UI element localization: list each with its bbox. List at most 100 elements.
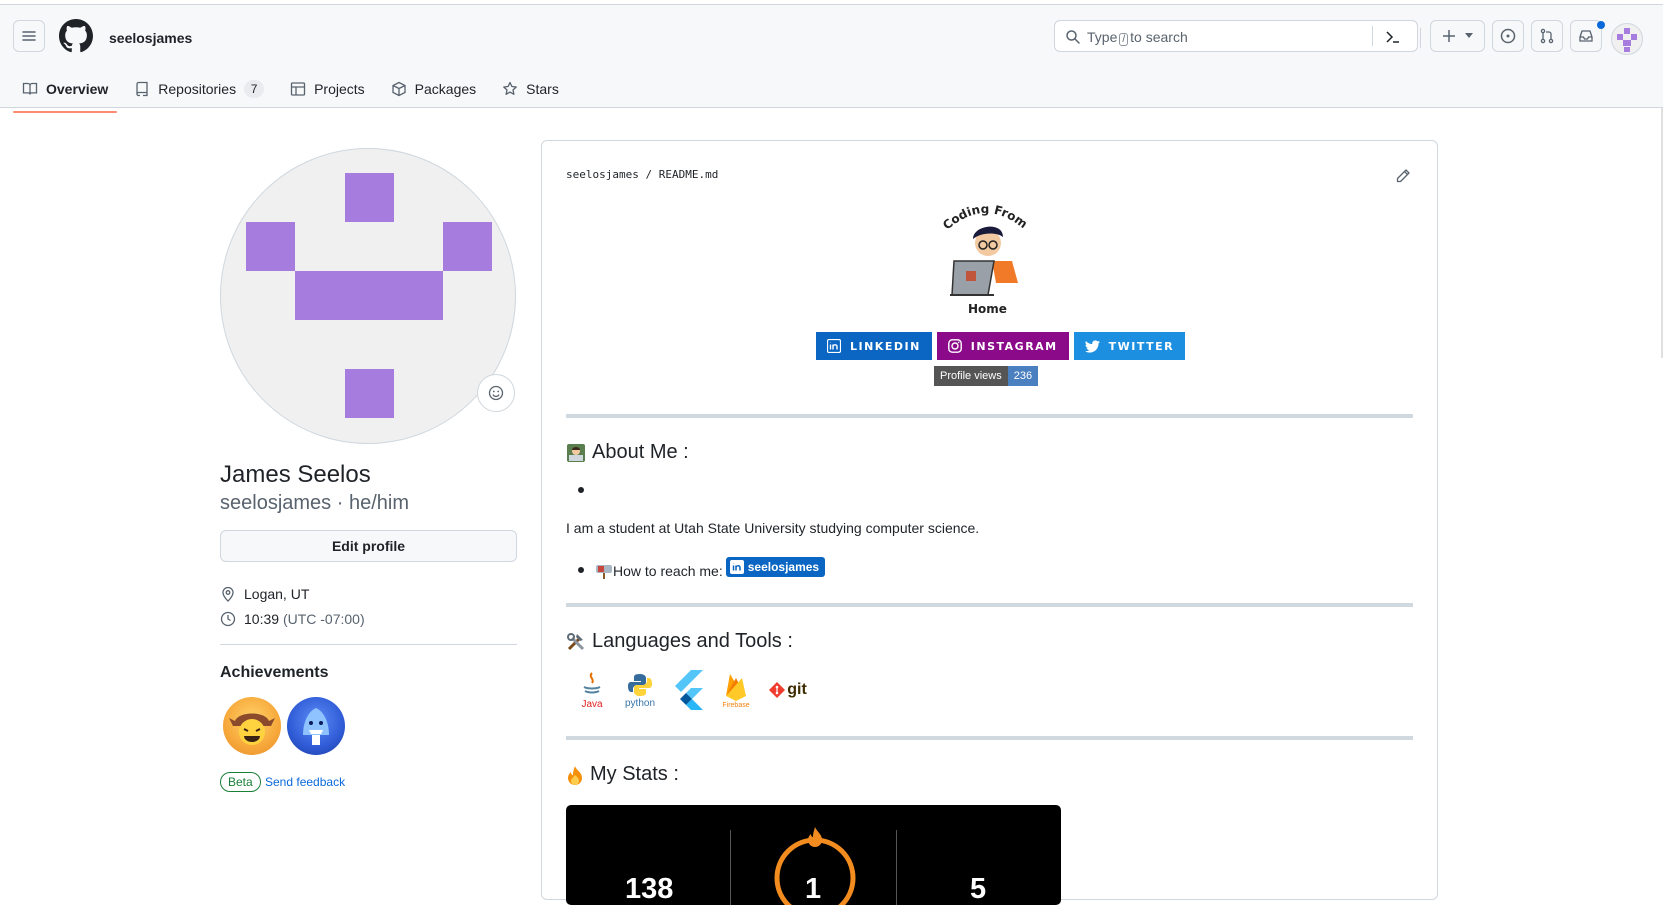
instagram-icon xyxy=(947,339,962,353)
readme-filename[interactable]: README.md xyxy=(659,168,719,181)
search-placeholder: Type / to search xyxy=(1087,29,1188,46)
profile-views-badge: Profile views 236 xyxy=(934,366,1039,386)
firebase-icon xyxy=(726,673,746,701)
firebase-label: Firebase xyxy=(722,701,750,709)
languages-heading: Languages and Tools : xyxy=(566,630,793,653)
global-header: seelosjames Type / to search Overview Re… xyxy=(0,5,1663,113)
flutter-icon xyxy=(675,670,703,710)
plus-icon xyxy=(1443,30,1455,42)
location-icon xyxy=(222,586,234,602)
git-icon xyxy=(769,682,786,698)
shark-icon xyxy=(303,708,329,745)
set-status-button[interactable] xyxy=(477,374,515,412)
profile-views-label: Profile views xyxy=(934,366,1008,386)
github-streak-stats-card: 138 1 5 xyxy=(566,805,1061,905)
chevron-down-icon xyxy=(1465,33,1473,38)
location-text: Logan, UT xyxy=(244,586,310,602)
profile-username: seelosjames xyxy=(220,492,332,514)
menu-button[interactable] xyxy=(13,20,45,52)
github-logo-icon[interactable] xyxy=(59,19,93,53)
profile-login: seelosjames · he/him xyxy=(220,492,409,515)
social-badges: LINKEDIN INSTAGRAM TWITTER xyxy=(816,332,1190,360)
tab-projects[interactable]: Projects xyxy=(281,72,374,106)
linkedin-username-text: seelosjames xyxy=(747,560,820,574)
tab-repositories[interactable]: Repositories 7 xyxy=(125,72,273,106)
linkedin-badge[interactable]: LINKEDIN xyxy=(816,332,932,360)
firebase-logo[interactable]: Firebase xyxy=(716,668,756,712)
tab-overview[interactable]: Overview xyxy=(13,72,118,113)
linkedin-icon xyxy=(827,339,841,353)
total-contributions-value: 138 xyxy=(625,873,674,905)
readme-divider xyxy=(566,736,1413,740)
tab-packages[interactable]: Packages xyxy=(382,72,485,106)
identicon-avatar xyxy=(246,173,492,418)
empty-list-bullet xyxy=(578,487,584,493)
achievement-yolo-badge[interactable] xyxy=(223,697,281,755)
tab-packages-label: Packages xyxy=(414,81,477,97)
profile-views-count: 236 xyxy=(1007,366,1039,386)
how-to-reach-item: How to reach me: seelosjames xyxy=(595,557,826,581)
repo-icon xyxy=(136,81,148,97)
tab-stars-label: Stars xyxy=(526,81,559,97)
send-feedback-link[interactable]: Send feedback xyxy=(265,775,345,789)
tab-stars[interactable]: Stars xyxy=(493,72,568,106)
linkedin-username-badge[interactable]: seelosjames xyxy=(725,557,826,577)
technologist-icon xyxy=(567,443,585,462)
edit-profile-button[interactable]: Edit profile xyxy=(220,530,517,562)
fire-icon xyxy=(568,765,582,785)
about-me-title: About Me : xyxy=(592,441,689,463)
readme-path: seelosjames / README.md xyxy=(566,168,718,181)
reach-bullet xyxy=(578,567,584,573)
profile-location: Logan, UT xyxy=(220,586,309,602)
instagram-badge-label: INSTAGRAM xyxy=(970,339,1058,353)
languages-title: Languages and Tools : xyxy=(592,630,793,652)
achievements-heading: Achievements xyxy=(220,664,329,681)
git-label: git xyxy=(787,681,807,698)
pencil-icon[interactable] xyxy=(1395,168,1411,184)
timezone-text: (UTC -07:00) xyxy=(282,611,365,627)
java-icon xyxy=(583,671,601,693)
inbox-icon xyxy=(1579,30,1593,42)
cowboy-face-icon xyxy=(229,713,275,745)
git-pull-request-icon xyxy=(1540,28,1554,44)
python-logo[interactable]: python xyxy=(620,668,660,712)
package-icon xyxy=(392,81,406,97)
stats-separator xyxy=(730,830,731,905)
how-to-reach-label: How to reach me: xyxy=(613,563,723,579)
table-icon xyxy=(290,82,306,96)
coding-from-home-illustration: Coding From Home xyxy=(940,202,1030,316)
notification-indicator xyxy=(1597,21,1605,29)
smiley-icon xyxy=(488,385,504,401)
profile-avatar[interactable] xyxy=(220,148,516,444)
repositories-count: 7 xyxy=(244,80,265,98)
pull-requests-button[interactable] xyxy=(1531,20,1563,52)
java-label: Java xyxy=(581,698,603,710)
flutter-logo[interactable] xyxy=(668,668,708,712)
book-icon xyxy=(22,82,38,95)
java-logo[interactable]: Java xyxy=(572,668,612,712)
command-palette-icon[interactable] xyxy=(1385,29,1401,45)
context-username[interactable]: seelosjames xyxy=(109,30,192,46)
create-new-button[interactable] xyxy=(1430,20,1485,52)
clock-icon xyxy=(220,611,236,627)
hammer-and-wrench-icon xyxy=(567,632,585,650)
issues-button[interactable] xyxy=(1492,20,1524,52)
user-avatar[interactable] xyxy=(1611,23,1643,55)
readme-owner[interactable]: seelosjames xyxy=(566,168,639,181)
search-divider xyxy=(1372,26,1373,46)
achievement-pull-shark-badge[interactable] xyxy=(287,697,345,755)
python-label: python xyxy=(624,697,656,709)
twitter-badge[interactable]: TWITTER xyxy=(1073,332,1186,360)
instagram-badge[interactable]: INSTAGRAM xyxy=(936,332,1069,360)
python-icon xyxy=(628,673,652,696)
stats-heading: My Stats : xyxy=(566,763,679,786)
profile-fullname: James Seelos xyxy=(220,461,371,488)
search-input[interactable]: Type / to search xyxy=(1054,20,1418,52)
git-logo[interactable]: git xyxy=(764,668,812,712)
readme-divider xyxy=(566,603,1413,607)
local-time-text: 10:39 xyxy=(244,611,280,627)
profile-pronouns: he/him xyxy=(348,492,409,514)
beta-label: Beta xyxy=(220,772,261,792)
hero-bottom-text: Home xyxy=(968,302,1007,316)
linkedin-badge-label: LINKEDIN xyxy=(850,339,921,353)
